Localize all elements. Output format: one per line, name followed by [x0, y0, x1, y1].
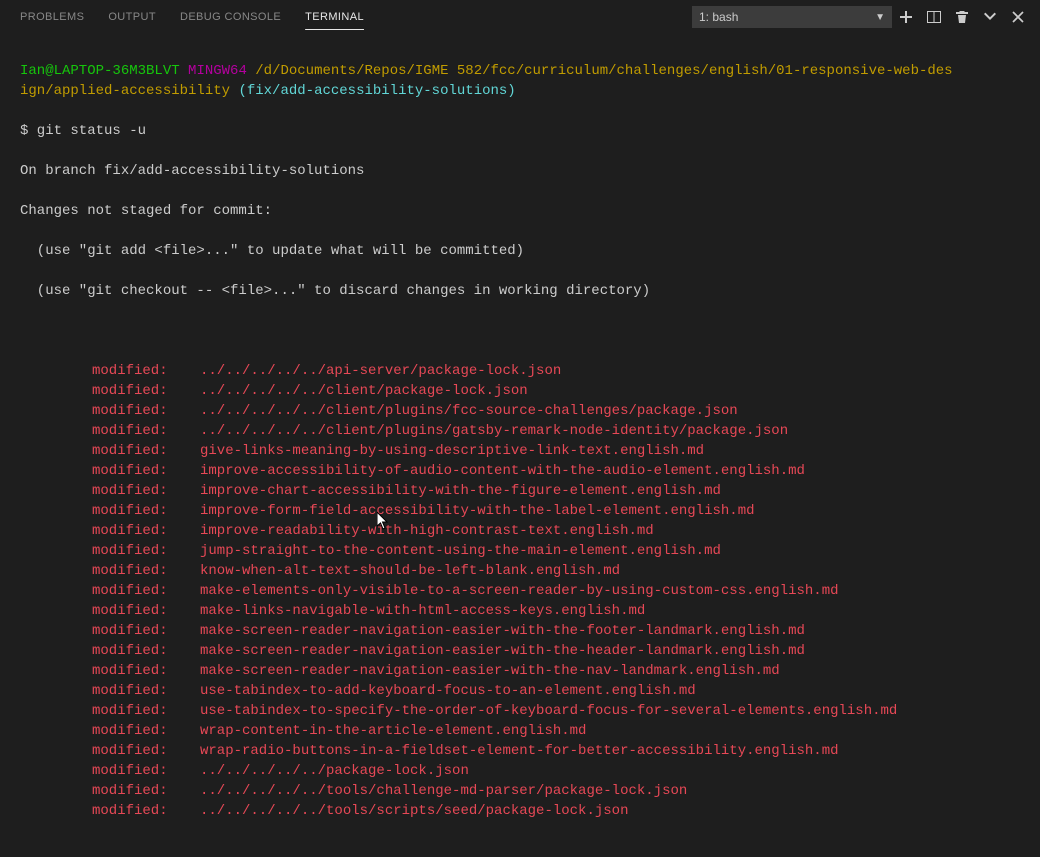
new-terminal-button[interactable]	[892, 3, 920, 31]
chevron-down-icon: ▼	[875, 12, 885, 23]
modified-label: modified:	[92, 681, 200, 701]
modified-label: modified:	[92, 441, 200, 461]
modified-label: modified:	[92, 561, 200, 581]
modified-file-path: improve-accessibility-of-audio-content-w…	[200, 463, 805, 479]
modified-label: modified:	[92, 741, 200, 761]
modified-file-path: make-screen-reader-navigation-easier-wit…	[200, 663, 780, 679]
modified-file-row: modified:improve-accessibility-of-audio-…	[20, 461, 1020, 481]
modified-file-path: wrap-radio-buttons-in-a-fieldset-element…	[200, 743, 839, 759]
tab-debug-console[interactable]: DEBUG CONSOLE	[168, 11, 293, 23]
modified-file-path: ../../../../../api-server/package-lock.j…	[200, 363, 561, 379]
modified-file-path: use-tabindex-to-add-keyboard-focus-to-an…	[200, 683, 696, 699]
modified-label: modified:	[92, 621, 200, 641]
close-panel-button[interactable]	[1004, 3, 1032, 31]
branch-status: On branch fix/add-accessibility-solution…	[20, 161, 1020, 181]
modified-file-path: improve-form-field-accessibility-with-th…	[200, 503, 755, 519]
modified-file-row: modified:make-elements-only-visible-to-a…	[20, 581, 1020, 601]
modified-file-row: modified:make-screen-reader-navigation-e…	[20, 661, 1020, 681]
modified-file-row: modified:use-tabindex-to-add-keyboard-fo…	[20, 681, 1020, 701]
panel-tabbar: PROBLEMS OUTPUT DEBUG CONSOLE TERMINAL 1…	[0, 0, 1040, 35]
modified-file-path: ../../../../../tools/scripts/seed/packag…	[200, 803, 628, 819]
close-icon	[1010, 9, 1026, 25]
hint-checkout: (use "git checkout -- <file>..." to disc…	[20, 281, 1020, 301]
modified-label: modified:	[92, 701, 200, 721]
modified-label: modified:	[92, 581, 200, 601]
tab-terminal[interactable]: TERMINAL	[293, 11, 376, 23]
modified-file-path: make-screen-reader-navigation-easier-wit…	[200, 643, 805, 659]
modified-file-path: ../../../../../tools/challenge-md-parser…	[200, 783, 687, 799]
modified-label: modified:	[92, 361, 200, 381]
terminal-selector[interactable]: 1: bash ▼	[692, 6, 892, 28]
not-staged-header: Changes not staged for commit:	[20, 201, 1020, 221]
modified-file-path: make-screen-reader-navigation-easier-wit…	[200, 623, 805, 639]
terminal-output[interactable]: Ian@LAPTOP-36M3BLVT MINGW64 /d/Documents…	[0, 35, 1040, 857]
tab-problems[interactable]: PROBLEMS	[8, 11, 96, 23]
modified-file-row: modified:make-links-navigable-with-html-…	[20, 601, 1020, 621]
modified-file-row: modified:improve-form-field-accessibilit…	[20, 501, 1020, 521]
modified-file-path: ../../../../../package-lock.json	[200, 763, 469, 779]
modified-file-path: improve-chart-accessibility-with-the-fig…	[200, 483, 721, 499]
modified-file-path: use-tabindex-to-specify-the-order-of-key…	[200, 703, 897, 719]
modified-file-path: wrap-content-in-the-article-element.engl…	[200, 723, 586, 739]
prompt-line: Ian@LAPTOP-36M3BLVT MINGW64 /d/Documents…	[20, 61, 1020, 101]
modified-file-path: improve-readability-with-high-contrast-t…	[200, 523, 654, 539]
modified-file-path: ../../../../../client/package-lock.json	[200, 383, 528, 399]
modified-file-row: modified:improve-readability-with-high-c…	[20, 521, 1020, 541]
modified-label: modified:	[92, 641, 200, 661]
modified-file-row: modified:../../../../../tools/challenge-…	[20, 781, 1020, 801]
modified-label: modified:	[92, 801, 200, 821]
modified-file-row: modified:improve-chart-accessibility-wit…	[20, 481, 1020, 501]
terminal-selector-label: 1: bash	[699, 10, 738, 24]
modified-label: modified:	[92, 401, 200, 421]
modified-file-row: modified:wrap-radio-buttons-in-a-fieldse…	[20, 741, 1020, 761]
trash-icon	[954, 9, 970, 25]
modified-label: modified:	[92, 541, 200, 561]
modified-label: modified:	[92, 761, 200, 781]
modified-file-row: modified:make-screen-reader-navigation-e…	[20, 621, 1020, 641]
modified-label: modified:	[92, 421, 200, 441]
modified-label: modified:	[92, 501, 200, 521]
plus-icon	[898, 9, 914, 25]
modified-file-path: know-when-alt-text-should-be-left-blank.…	[200, 563, 620, 579]
modified-file-path: ../../../../../client/plugins/gatsby-rem…	[200, 423, 788, 439]
chevron-down-icon	[982, 9, 998, 25]
modified-file-path: make-elements-only-visible-to-a-screen-r…	[200, 583, 839, 599]
modified-label: modified:	[92, 721, 200, 741]
modified-file-row: modified:../../../../../api-server/packa…	[20, 361, 1020, 381]
command-line: $ git status -u	[20, 121, 1020, 141]
modified-file-row: modified:use-tabindex-to-specify-the-ord…	[20, 701, 1020, 721]
modified-label: modified:	[92, 781, 200, 801]
modified-file-row: modified:../../../../../client/plugins/f…	[20, 401, 1020, 421]
modified-file-path: jump-straight-to-the-content-using-the-m…	[200, 543, 721, 559]
maximize-panel-button[interactable]	[976, 3, 1004, 31]
modified-file-row: modified:give-links-meaning-by-using-des…	[20, 441, 1020, 461]
modified-label: modified:	[92, 601, 200, 621]
split-terminal-button[interactable]	[920, 3, 948, 31]
modified-file-row: modified:../../../../../client/package-l…	[20, 381, 1020, 401]
modified-file-path: give-links-meaning-by-using-descriptive-…	[200, 443, 704, 459]
modified-file-row: modified:know-when-alt-text-should-be-le…	[20, 561, 1020, 581]
modified-label: modified:	[92, 461, 200, 481]
modified-label: modified:	[92, 661, 200, 681]
modified-label: modified:	[92, 381, 200, 401]
modified-file-row: modified:jump-straight-to-the-content-us…	[20, 541, 1020, 561]
split-icon	[926, 9, 942, 25]
modified-files-list: modified:../../../../../api-server/packa…	[20, 361, 1020, 821]
modified-file-row: modified:make-screen-reader-navigation-e…	[20, 641, 1020, 661]
kill-terminal-button[interactable]	[948, 3, 976, 31]
modified-label: modified:	[92, 481, 200, 501]
modified-file-row: modified:../../../../../package-lock.jso…	[20, 761, 1020, 781]
modified-file-path: make-links-navigable-with-html-access-ke…	[200, 603, 645, 619]
modified-file-row: modified:wrap-content-in-the-article-ele…	[20, 721, 1020, 741]
modified-file-path: ../../../../../client/plugins/fcc-source…	[200, 403, 738, 419]
modified-label: modified:	[92, 521, 200, 541]
modified-file-row: modified:../../../../../client/plugins/g…	[20, 421, 1020, 441]
hint-add: (use "git add <file>..." to update what …	[20, 241, 1020, 261]
tab-output[interactable]: OUTPUT	[96, 11, 168, 23]
modified-file-row: modified:../../../../../tools/scripts/se…	[20, 801, 1020, 821]
